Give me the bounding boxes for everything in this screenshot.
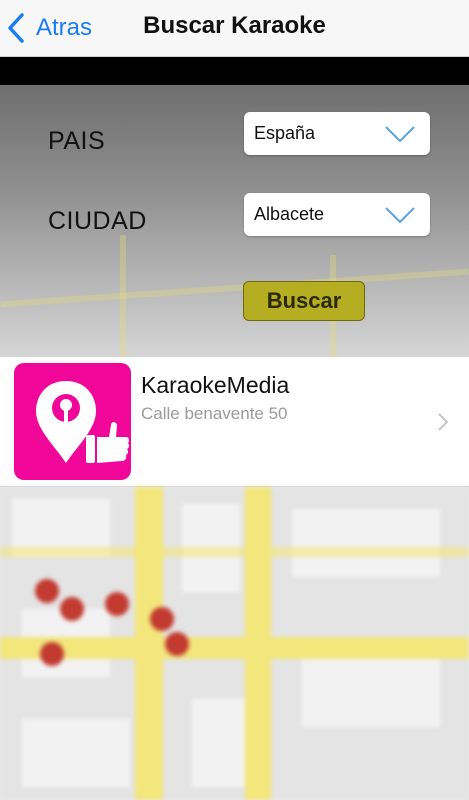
- map-pin-icon[interactable]: [105, 592, 129, 616]
- map-view[interactable]: [0, 487, 469, 800]
- search-button[interactable]: Buscar: [243, 281, 365, 321]
- map-pin-icon[interactable]: [165, 632, 189, 656]
- result-address: Calle benavente 50: [141, 404, 288, 423]
- map-road: [0, 637, 469, 659]
- city-select[interactable]: Albacete: [244, 193, 430, 236]
- chevron-down-icon: [385, 126, 415, 143]
- karaoke-pin-thumbs-up-icon: [36, 381, 130, 463]
- country-select-value: España: [254, 123, 316, 143]
- karaoke-logo-icon: [14, 363, 131, 480]
- search-form: PAIS España CIUDAD Albacete Buscar: [0, 85, 469, 357]
- country-label: PAIS: [48, 127, 106, 155]
- map-road: [0, 547, 469, 557]
- result-title: KaraokeMedia: [141, 372, 290, 398]
- navigation-bar: Atras Buscar Karaoke: [0, 0, 469, 57]
- country-select[interactable]: España: [244, 112, 430, 155]
- map-pin-icon[interactable]: [150, 607, 174, 631]
- map-block: [290, 507, 442, 579]
- map-pin-icon[interactable]: [35, 579, 59, 603]
- page-title: Buscar Karaoke: [143, 12, 326, 39]
- map-pin-icon[interactable]: [60, 597, 84, 621]
- chevron-down-icon: [385, 207, 415, 224]
- list-item[interactable]: KaraokeMedia Calle benavente 50: [0, 357, 469, 487]
- map-pin-icon[interactable]: [40, 642, 64, 666]
- chevron-right-icon: [438, 413, 449, 431]
- background-map-streak: [0, 268, 469, 308]
- black-divider-bar: [0, 57, 469, 85]
- background-map-streak: [120, 235, 126, 357]
- map-block: [20, 717, 132, 789]
- city-label: CIUDAD: [48, 207, 147, 235]
- city-select-value: Albacete: [254, 204, 325, 224]
